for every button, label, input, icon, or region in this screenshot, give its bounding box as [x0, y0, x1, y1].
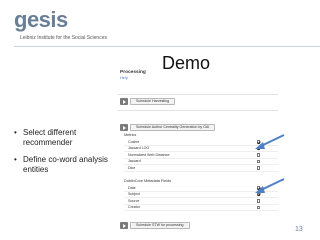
- author-row: Schedule Author Centrality Generation by…: [120, 124, 216, 131]
- schedule-author-button[interactable]: Schedule Author Centrality Generation by…: [130, 124, 216, 131]
- panel-divider: [118, 110, 278, 111]
- processing-panel: Processing Help Schedule Harvesting Sche…: [116, 70, 292, 238]
- checkbox-unchecked[interactable]: [256, 153, 260, 157]
- metric-label: Dice: [128, 165, 136, 170]
- help-link[interactable]: Help: [120, 76, 128, 80]
- field-label: Source: [128, 198, 140, 203]
- field-label: Subject: [128, 192, 140, 197]
- metric-label: Normalized Web Distance: [128, 152, 170, 157]
- metric-label: Jaccard LOG: [128, 146, 150, 151]
- checkbox-unchecked[interactable]: [256, 205, 260, 209]
- header-divider: [14, 46, 320, 47]
- field-label: Creator: [128, 205, 140, 210]
- bullet-item: Select different recommender: [14, 128, 118, 148]
- gesis-logo: gesis Leibniz Institute for the Social S…: [14, 7, 320, 47]
- checkbox-unchecked[interactable]: [256, 199, 260, 203]
- logo-subtitle: Leibniz Institute for the Social Science…: [20, 35, 107, 41]
- schedule-stw-button[interactable]: Schedule STW for processing: [130, 222, 190, 229]
- panel-title: Processing: [120, 70, 146, 75]
- play-icon[interactable]: [120, 124, 128, 131]
- play-icon[interactable]: [120, 222, 128, 229]
- metric-item: Dice: [124, 165, 278, 172]
- annotation-arrow-icon: [255, 134, 285, 149]
- metric-label: Jaccard: [128, 159, 141, 164]
- annotation-arrow-icon: [255, 178, 285, 193]
- field-item: Creator: [124, 205, 278, 211]
- checkbox-unchecked[interactable]: [256, 159, 260, 163]
- logo-wordmark: gesis: [14, 7, 68, 32]
- bullet-item: Define co-word analysis entities: [14, 155, 118, 175]
- harvesting-row: Schedule Harvesting: [120, 98, 176, 105]
- schedule-harvesting-button[interactable]: Schedule Harvesting: [130, 98, 176, 105]
- play-icon[interactable]: [120, 98, 128, 105]
- field-label: Date: [128, 185, 136, 190]
- page-number: 13: [295, 226, 303, 233]
- panel-divider: [118, 94, 278, 95]
- metric-label: Cosine: [128, 139, 140, 144]
- bullet-list: Select different recommender Define co-w…: [14, 128, 118, 182]
- stw-row: Schedule STW for processing: [120, 222, 190, 229]
- checkbox-unchecked[interactable]: [256, 166, 260, 170]
